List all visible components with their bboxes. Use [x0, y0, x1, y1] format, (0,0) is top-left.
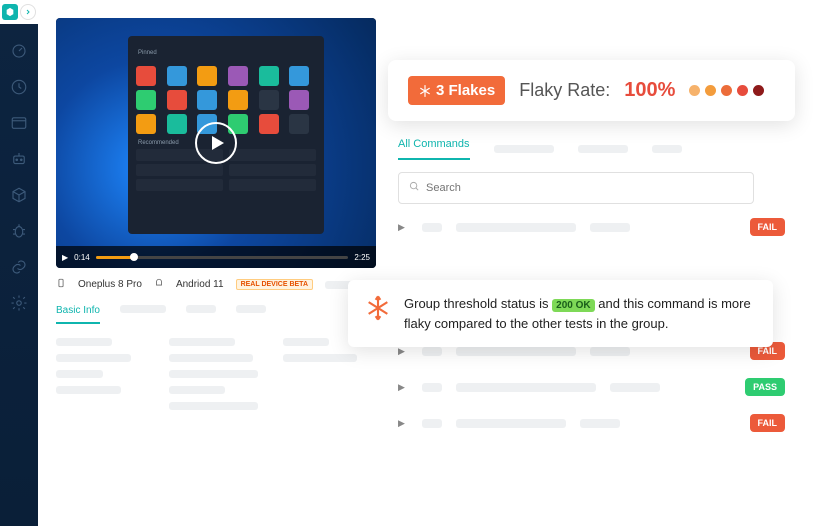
tab-placeholder[interactable] [652, 145, 682, 153]
video-seek-track[interactable] [96, 256, 349, 259]
search-input[interactable] [426, 182, 743, 194]
play-button[interactable] [195, 122, 237, 164]
threshold-text: Group threshold status is 200 OK and thi… [404, 294, 757, 333]
status-badge: PASS [745, 378, 785, 396]
dashboard-icon[interactable] [10, 42, 28, 60]
clock-icon[interactable] [10, 78, 28, 96]
real-device-badge: REAL DEVICE BETA [236, 279, 313, 290]
flaky-rate-label: Flaky Rate: [519, 80, 610, 101]
status-ok-badge: 200 OK [552, 299, 594, 312]
expand-icon[interactable]: ▶ [398, 418, 408, 429]
tab-basic-info[interactable]: Basic Info [56, 305, 100, 324]
command-row[interactable]: ▶ FAIL [398, 218, 785, 236]
bug-icon[interactable] [10, 222, 28, 240]
device-name: Oneplus 8 Pro [78, 279, 142, 290]
video-duration: 2:25 [354, 253, 370, 262]
video-player[interactable]: Pinned Recommended ▶ [56, 18, 376, 268]
commands-search[interactable] [398, 172, 754, 204]
device-info-row: Oneplus 8 Pro Andriod 11 REAL DEVICE BET… [56, 278, 376, 291]
flakes-count-badge: 3 Flakes [408, 76, 505, 105]
tab-placeholder[interactable] [120, 305, 166, 324]
commands-tabs: All Commands [398, 138, 785, 160]
sidebar-nav [10, 42, 28, 312]
sidebar-collapse-toggle[interactable] [20, 4, 36, 20]
gear-icon[interactable] [10, 294, 28, 312]
link-icon[interactable] [10, 258, 28, 276]
info-tabs: Basic Info [56, 305, 376, 324]
play-icon[interactable]: ▶ [62, 253, 68, 262]
status-badge: FAIL [750, 218, 786, 236]
right-column: 3 Flakes Flaky Rate: 100% All Commands [398, 18, 815, 432]
expand-icon[interactable]: ▶ [398, 346, 408, 357]
expand-icon[interactable]: ▶ [398, 382, 408, 393]
command-row[interactable]: ▶ FAIL [398, 414, 785, 432]
threshold-callout: Group threshold status is 200 OK and thi… [348, 280, 773, 347]
app-logo[interactable] [2, 4, 18, 20]
video-column: Pinned Recommended ▶ [56, 18, 376, 432]
phone-icon [56, 278, 66, 291]
video-controls: ▶ 0:14 2:25 [56, 246, 376, 268]
sidebar [0, 0, 38, 526]
expand-icon[interactable]: ▶ [398, 222, 408, 233]
command-row[interactable]: ▶ PASS [398, 378, 785, 396]
flaky-rate-value: 100% [624, 79, 675, 102]
snowflake-icon [418, 84, 432, 98]
tab-placeholder[interactable] [494, 145, 554, 153]
tab-placeholder[interactable] [186, 305, 216, 324]
tab-placeholder[interactable] [578, 145, 628, 153]
cube-icon[interactable] [10, 186, 28, 204]
robot-icon[interactable] [10, 150, 28, 168]
status-badge: FAIL [750, 414, 786, 432]
video-current-time: 0:14 [74, 253, 90, 262]
main-content: Pinned Recommended ▶ [38, 0, 815, 526]
flaky-severity-dots [689, 85, 764, 96]
flaky-summary-card: 3 Flakes Flaky Rate: 100% [388, 60, 795, 121]
browser-icon[interactable] [10, 114, 28, 132]
snowflake-icon [364, 294, 392, 322]
tab-placeholder[interactable] [236, 305, 266, 324]
android-icon [154, 278, 164, 291]
search-icon [409, 179, 420, 197]
tab-all-commands[interactable]: All Commands [398, 138, 470, 160]
device-os: Andriod 11 [176, 279, 224, 290]
sidebar-header [0, 0, 38, 24]
info-placeholder-grid [56, 338, 376, 410]
